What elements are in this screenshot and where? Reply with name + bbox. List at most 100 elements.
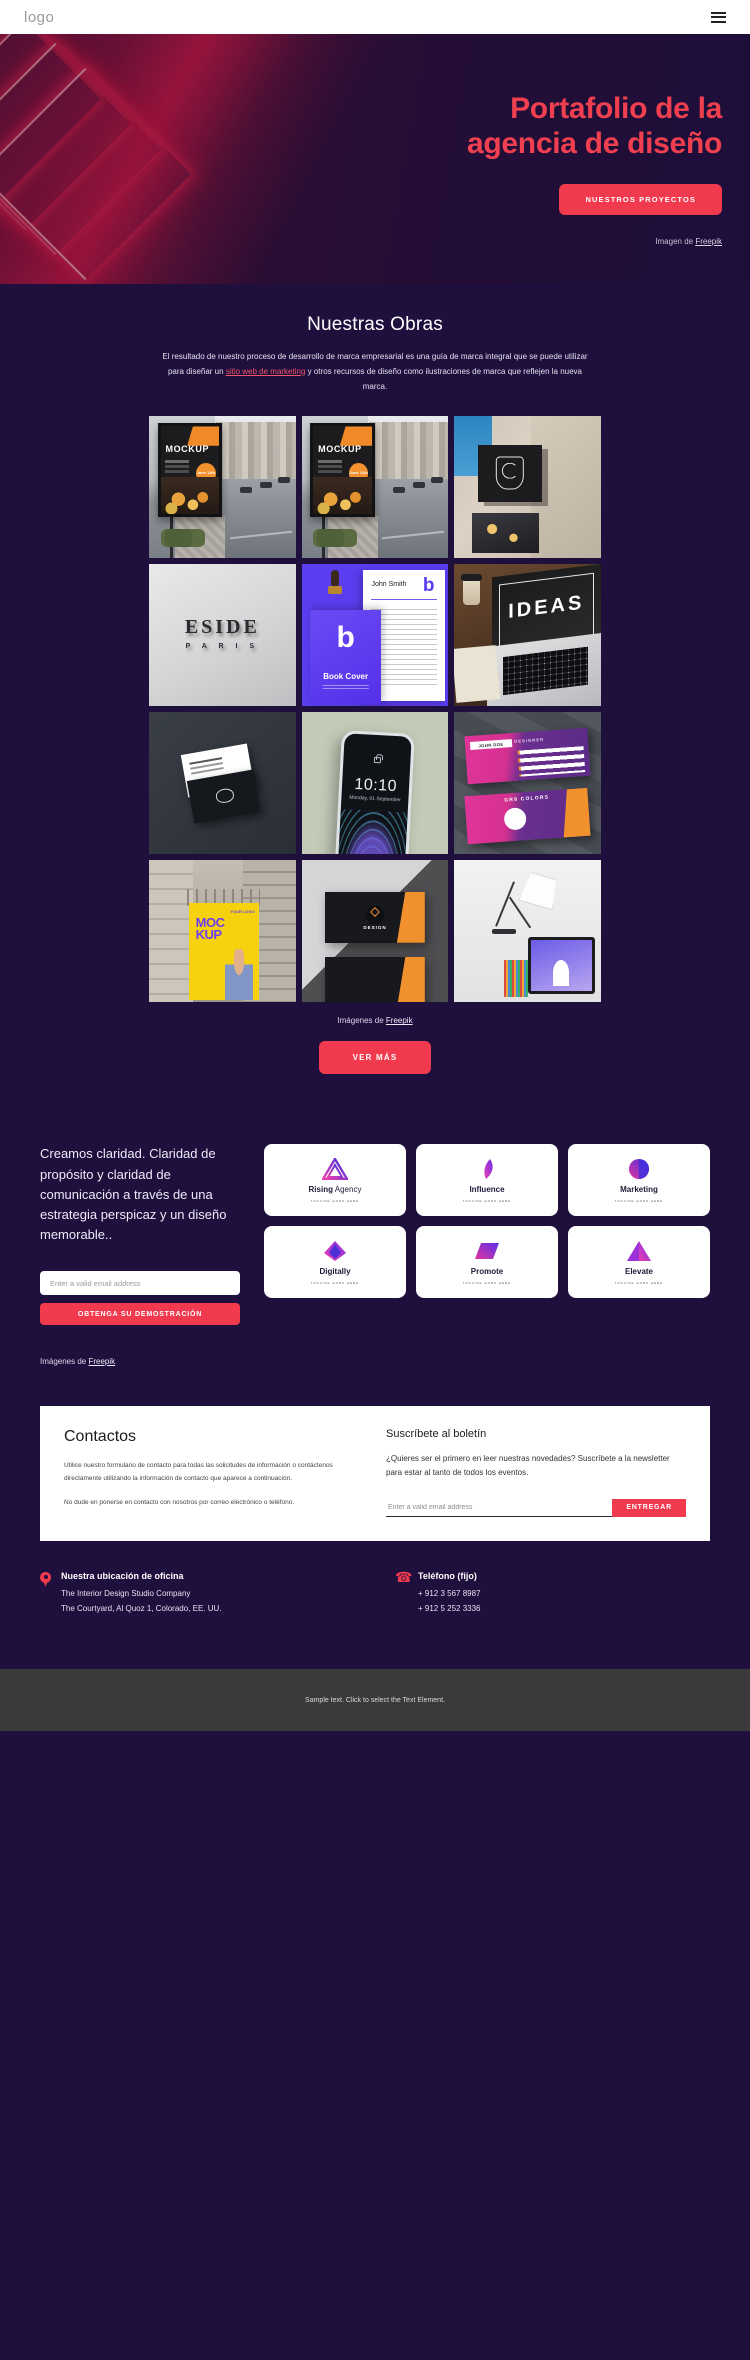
rubber-stamp (328, 570, 343, 600)
burger-line (711, 20, 726, 23)
hero-title-line-2: agencia de diseño (467, 126, 722, 160)
interior-lights (471, 512, 540, 553)
gallery-tile-billboard-street-2[interactable]: MOCKUP June 11th (301, 416, 449, 559)
gallery-tile-phone-lockscreen[interactable]: 10:10 Monday, 01 September (301, 712, 449, 855)
logo-card-rising-agency[interactable]: Rising Agency TAGLINE GOES HERE (264, 1144, 406, 1217)
hex-card-title: DESIGN (363, 925, 387, 931)
clarity-email-input[interactable] (40, 1271, 240, 1296)
newsletter-heading: Suscríbete al boletín (386, 1428, 487, 1441)
card-back: GR8 COLORS (464, 787, 591, 845)
clarity-section: Creamos claridad. Claridad de propósito … (0, 1126, 750, 1366)
clarity-image-credit: Imágenes de Freepik (40, 1357, 240, 1366)
logo-card-marketing[interactable]: Marketing TAGLINE GOES HERE (568, 1144, 710, 1217)
card-orange-shape (396, 956, 425, 1003)
site-footer: Sample text. Click to select the Text El… (0, 1669, 750, 1732)
hero-image-credit: Imagen de Freepik (0, 237, 722, 246)
logo[interactable]: logo (24, 9, 54, 26)
coffee-cup (461, 573, 483, 605)
newsletter-email-input[interactable] (386, 1498, 613, 1517)
poster-title: MOCKUP (165, 444, 210, 455)
logo-card-elevate[interactable]: Elevate TAGLINE GOES HERE (568, 1226, 710, 1299)
card-orange-shape (560, 788, 590, 838)
phone-body: 10:10 Monday, 01 September (334, 730, 416, 855)
wall-logo: ESIDE P A R I S (185, 616, 260, 650)
gallery-tile-laptop-ideas[interactable]: IDEAS (454, 564, 601, 707)
logo-name-bold: Influence (469, 1184, 505, 1194)
car (413, 481, 426, 488)
logo-name-bold: Digitally (319, 1266, 351, 1276)
phone-text: Teléfono (fijo) + 912 3 567 8987 + 912 5… (418, 1571, 481, 1616)
logo-card-influence[interactable]: Influence TAGLINE GOES HERE (416, 1144, 558, 1217)
logo-name-bold: Promote (470, 1266, 504, 1276)
notebook (454, 644, 501, 703)
gallery-tile-pink-business-cards[interactable]: JOHN DOE DESIGNER GR8 COLORS (454, 712, 601, 855)
gallery-tile-city-billboard[interactable]: YOUR LOGO MOC KUP (149, 860, 296, 1003)
circle-split-mark-icon (626, 1158, 652, 1180)
hamburger-menu-icon[interactable] (711, 11, 726, 23)
arrow-up-diamond-mark-icon (322, 1240, 348, 1262)
lock-icon (373, 757, 381, 764)
office-text: Nuestra ubicación de oficina The Interio… (61, 1571, 222, 1616)
logo-card-name: Influence (469, 1185, 504, 1194)
office-line-1: The Interior Design Studio Company (61, 1588, 191, 1598)
newsletter-submit-button[interactable]: ENTREGAR (612, 1498, 686, 1517)
billboard-model (225, 949, 254, 1000)
newsletter-form: ENTREGAR (386, 1498, 686, 1517)
logo-card-tagline: TAGLINE GOES HERE (310, 1198, 360, 1203)
credit-prefix: Imagen de (655, 236, 696, 246)
hero-cta-button[interactable]: NUESTROS PROYECTOS (559, 183, 722, 215)
logo-card-digitally[interactable]: Digitally TAGLINE GOES HERE (264, 1226, 406, 1299)
see-more-button[interactable]: VER MÁS (318, 1041, 432, 1075)
works-section: Nuestras Obras El resultado de nuestro p… (0, 284, 750, 1127)
pencil-cup (504, 959, 528, 997)
office-location-block: Nuestra ubicación de oficina The Interio… (40, 1571, 355, 1616)
phone-block: Teléfono (fijo) + 912 3 567 8987 + 912 5… (395, 1569, 710, 1616)
logo-name-bold: Marketing (620, 1184, 658, 1194)
footer-sample-text[interactable]: Sample text. Click to select the Text El… (305, 1697, 445, 1704)
gallery-tile-storefront-sign[interactable] (454, 416, 601, 559)
contact-card: Contactos Utilice nuestro formulario de … (40, 1406, 710, 1541)
credit-link[interactable]: Freepik (88, 1357, 115, 1366)
buildings (369, 422, 449, 482)
office-line-2: The Courtyard, Al Quoz 1, Colorado, EE. … (61, 1603, 222, 1613)
buildings (216, 422, 296, 482)
gallery-tile-book-cover[interactable]: John Smith b Book Cover (301, 564, 449, 707)
wallpaper-wave (337, 809, 409, 855)
card-orange-shape (396, 891, 425, 943)
hero-content: Portafolio de la agencia de diseño NUEST… (0, 34, 750, 284)
billboard-logo: YOUR LOGO (230, 908, 255, 914)
gallery-tile-hexagon-cards[interactable]: DESIGN (301, 860, 449, 1003)
logo-card-promote[interactable]: Promote TAGLINE GOES HERE (416, 1226, 558, 1299)
card-back-title: GR8 COLORS (504, 794, 550, 804)
poster-food-photo (160, 477, 220, 515)
contact-details-row: Nuestra ubicación de oficina The Interio… (0, 1541, 750, 1616)
works-lead-link[interactable]: sitio web de marketing (226, 367, 306, 376)
letterhead-lines (371, 609, 438, 685)
shield-logo-icon (495, 456, 525, 490)
gallery-tile-dark-business-cards[interactable] (149, 712, 296, 855)
poster-mockup: MOCKUP June 11th (157, 423, 223, 518)
tablet-device (527, 937, 596, 994)
newsletter-text: ¿Quieres ser el primero en leer nuestras… (386, 1454, 670, 1478)
works-heading: Nuestras Obras (307, 314, 443, 335)
hex-card-front: DESIGN (325, 891, 425, 943)
gallery-tile-billboard-street-1[interactable]: MOCKUP June 11th (149, 416, 296, 559)
logo-card-tagline: TAGLINE GOES HERE (614, 1280, 664, 1285)
works-lead-part2: y otros recursos de diseño como ilustrac… (305, 366, 582, 391)
phone-notch (364, 736, 392, 746)
phone-line-1[interactable]: + 912 3 567 8987 (418, 1588, 481, 1601)
credit-link[interactable]: Freepik (386, 1016, 413, 1025)
car (392, 487, 405, 494)
logo-card-tagline: TAGLINE GOES HERE (310, 1280, 360, 1285)
mountain-peak-mark-icon (626, 1240, 652, 1262)
letterhead-rule (371, 598, 438, 600)
get-demo-button[interactable]: OBTENGA SU DEMOSTRACIÓN (40, 1303, 240, 1326)
car (239, 487, 252, 494)
phone-line-2[interactable]: + 912 5 252 3336 (418, 1603, 481, 1616)
contacts-paragraph-2: No dude en ponerse en contacto con nosot… (64, 1499, 295, 1507)
billboard-text-line2: KUP (195, 926, 222, 942)
gallery-tile-eside-paris[interactable]: ESIDE P A R I S (149, 564, 296, 707)
credit-link[interactable]: Freepik (695, 237, 722, 246)
gallery-tile-desk-lamp-tablet[interactable] (454, 860, 601, 1003)
burger-line (711, 11, 726, 14)
